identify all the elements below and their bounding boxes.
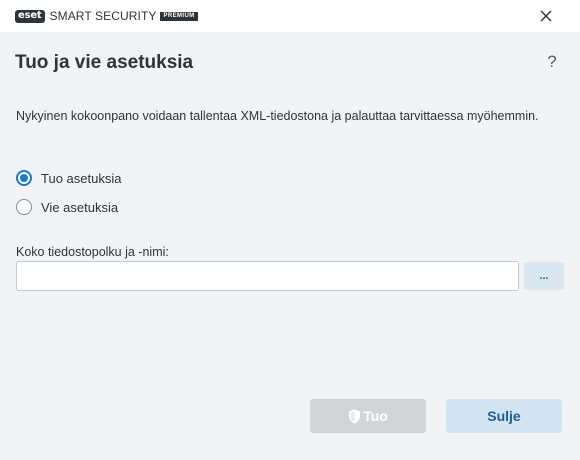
export-settings-option[interactable]: Vie asetuksia	[16, 199, 118, 215]
description-text: Nykyinen kokoonpano voidaan tallentaa XM…	[16, 109, 539, 123]
export-settings-radio[interactable]	[16, 199, 32, 215]
browse-button[interactable]: ...	[524, 262, 564, 290]
edition-badge: PREMIUM	[160, 11, 198, 21]
title-bar: eset SMART SECURITY PREMIUM	[0, 0, 580, 32]
file-path-input[interactable]	[16, 261, 519, 291]
close-button[interactable]: Sulje	[446, 399, 562, 433]
eset-logo: eset SMART SECURITY PREMIUM	[15, 9, 198, 23]
import-button-label: Tuo	[363, 408, 388, 424]
product-name: SMART SECURITY	[49, 9, 157, 23]
import-settings-radio[interactable]	[16, 170, 32, 186]
import-button[interactable]: Tuo	[310, 399, 426, 433]
close-window-button[interactable]	[534, 6, 558, 26]
brand-badge: eset	[15, 9, 45, 23]
page-title: Tuo ja vie asetuksia	[15, 52, 194, 73]
help-icon[interactable]: ?	[545, 52, 559, 72]
shield-icon	[348, 409, 361, 424]
close-icon	[540, 10, 552, 22]
file-path-label: Koko tiedostopolku ja -nimi:	[16, 245, 169, 259]
export-settings-label: Vie asetuksia	[41, 199, 119, 215]
import-settings-option[interactable]: Tuo asetuksia	[16, 170, 121, 186]
import-settings-label: Tuo asetuksia	[41, 170, 122, 186]
